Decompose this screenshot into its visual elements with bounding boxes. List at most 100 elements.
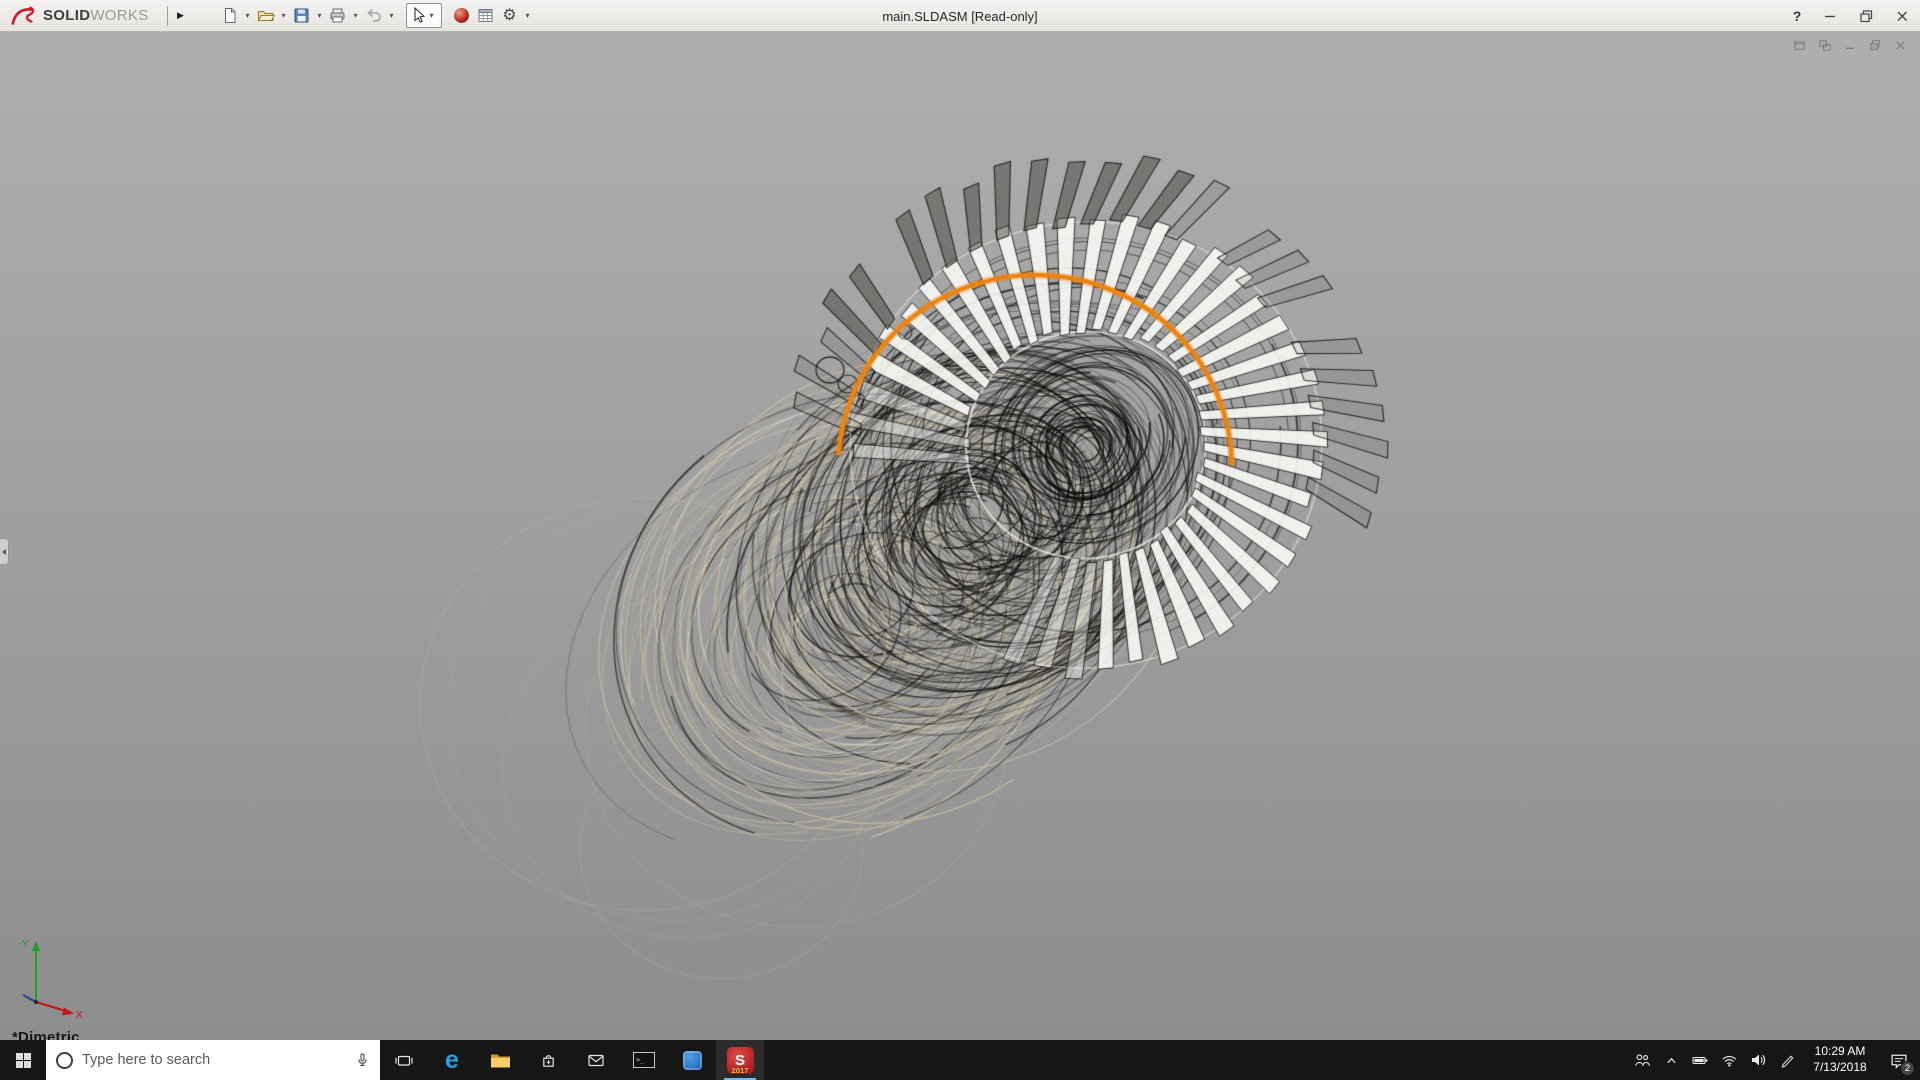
system-tray: 10:29 AM 7/13/2018 2 [1628, 1040, 1920, 1080]
window-controls: ? [1782, 0, 1920, 31]
taskbar-search[interactable] [46, 1040, 380, 1080]
new-document-icon [225, 8, 236, 23]
restore-icon [1860, 9, 1873, 22]
design-table-icon [478, 9, 493, 22]
model-wireframe [0, 32, 1920, 1040]
taskbar-3d-app[interactable] [668, 1040, 716, 1080]
triad-y-label: Y [22, 939, 29, 950]
battery-button[interactable] [1686, 1040, 1715, 1080]
document-window-controls [1793, 38, 1908, 53]
orientation-triad: Y X [22, 939, 83, 1018]
new-document-button[interactable] [218, 3, 242, 29]
toolbar-divider [166, 5, 168, 26]
microphone-icon[interactable] [355, 1052, 370, 1068]
taskbar-file-explorer[interactable] [476, 1040, 524, 1080]
taskbar-edge[interactable]: e [428, 1040, 476, 1080]
doc-minimize-icon[interactable] [1843, 38, 1858, 53]
open-document-button[interactable] [254, 3, 278, 29]
people-icon [1635, 1054, 1650, 1066]
clock-time: 10:29 AM [1814, 1044, 1866, 1059]
open-document-dropdown[interactable]: ▾ [278, 3, 290, 29]
battery-icon [1692, 1056, 1708, 1064]
pen-button[interactable] [1773, 1040, 1802, 1080]
print-button[interactable] [326, 3, 350, 29]
minimize-icon [1825, 15, 1835, 17]
print-dropdown[interactable]: ▾ [350, 3, 362, 29]
panel-flyout-handle[interactable] [0, 538, 9, 565]
save-button[interactable] [290, 3, 314, 29]
windows-taskbar: e >_ S 2017 [0, 1040, 1920, 1080]
doc-close-icon[interactable] [1893, 38, 1908, 53]
file-explorer-icon [490, 1054, 510, 1067]
options-button[interactable]: ⚙ [498, 3, 522, 29]
print-icon [330, 8, 345, 23]
task-view-icon [395, 1055, 413, 1066]
standard-toolbar: ▾ ▾ ▾ ▾ ▾ ▾ ⚙ ▾ [218, 3, 534, 29]
options-dropdown[interactable]: ▾ [522, 3, 534, 29]
action-center-button[interactable]: 2 [1878, 1040, 1920, 1080]
tray-overflow-button[interactable] [1657, 1040, 1686, 1080]
brand-text: SOLIDWORKS [43, 7, 149, 24]
restore-button[interactable] [1848, 0, 1884, 31]
undo-icon [367, 8, 381, 22]
select-tool-dropdown[interactable]: ▾ [426, 3, 438, 29]
brand-solid: SOLID [43, 7, 91, 24]
solidworks-logo: SOLIDWORKS [0, 4, 157, 28]
wifi-icon [1722, 1055, 1737, 1067]
doc-restore-icon[interactable] [1868, 38, 1883, 53]
solidworks-year: 2017 [731, 1065, 749, 1075]
people-button[interactable] [1628, 1040, 1657, 1080]
close-icon [1897, 11, 1907, 21]
solidworks-app-icon: S 2017 [726, 1046, 754, 1075]
mail-icon [588, 1054, 604, 1067]
edge-icon: e [445, 1045, 459, 1074]
search-input[interactable] [82, 1052, 346, 1068]
store-icon [542, 1054, 554, 1067]
appearance-button[interactable] [450, 3, 474, 29]
tile-window-icon[interactable] [1818, 38, 1833, 53]
undo-dropdown[interactable]: ▾ [386, 3, 398, 29]
taskbar-solidworks[interactable]: S 2017 [716, 1040, 764, 1080]
select-cursor-icon [414, 7, 425, 23]
save-dropdown[interactable]: ▾ [314, 3, 326, 29]
terminal-icon: >_ [633, 1052, 655, 1068]
windows-logo-icon [15, 1052, 31, 1068]
menu-flyout-arrow[interactable]: ▶ [174, 10, 188, 21]
new-window-icon[interactable] [1793, 38, 1808, 53]
taskbar-clock[interactable]: 10:29 AM 7/13/2018 [1802, 1040, 1878, 1080]
start-button[interactable] [0, 1040, 46, 1080]
view-orientation-label: *Dimetric [12, 1029, 80, 1040]
open-folder-icon [257, 11, 275, 21]
triad-x-label: X [76, 1010, 83, 1018]
new-document-dropdown[interactable]: ▾ [242, 3, 254, 29]
notification-badge: 2 [1900, 1061, 1915, 1076]
taskbar-store[interactable] [524, 1040, 572, 1080]
help-button[interactable]: ? [1782, 0, 1812, 31]
taskbar-terminal[interactable]: >_ [620, 1040, 668, 1080]
app-titlebar: SOLIDWORKS ▶ ▾ ▾ ▾ ▾ ▾ ▾ ⚙ ▾ main.SLDASM… [0, 0, 1920, 32]
volume-icon [1752, 1054, 1766, 1066]
chevron-up-icon [1667, 1057, 1676, 1063]
brand-works: WORKS [90, 7, 149, 24]
volume-button[interactable] [1744, 1040, 1773, 1080]
cortana-icon [56, 1051, 73, 1069]
graphics-area[interactable]: Y X *Dimetric [0, 32, 1920, 1040]
taskbar-mail[interactable] [572, 1040, 620, 1080]
design-table-button[interactable] [474, 3, 498, 29]
undo-button[interactable] [362, 3, 386, 29]
gear-icon: ⚙ [502, 6, 517, 24]
ds-logo-icon [11, 5, 35, 25]
task-view-button[interactable] [380, 1040, 428, 1080]
terminal-prompt: >_ [636, 1056, 645, 1064]
pen-icon [1781, 1055, 1793, 1068]
blue-app-icon [682, 1050, 702, 1070]
minimize-button[interactable] [1812, 0, 1848, 31]
clock-date: 7/13/2018 [1813, 1060, 1867, 1074]
document-title: main.SLDASM [Read-only] [882, 8, 1038, 24]
save-floppy-icon [294, 8, 309, 23]
left-arrow-icon [2, 548, 6, 555]
appearance-sphere-icon [454, 8, 470, 23]
close-button[interactable] [1884, 0, 1920, 31]
select-tool-group[interactable]: ▾ [405, 3, 442, 29]
network-button[interactable] [1715, 1040, 1744, 1080]
